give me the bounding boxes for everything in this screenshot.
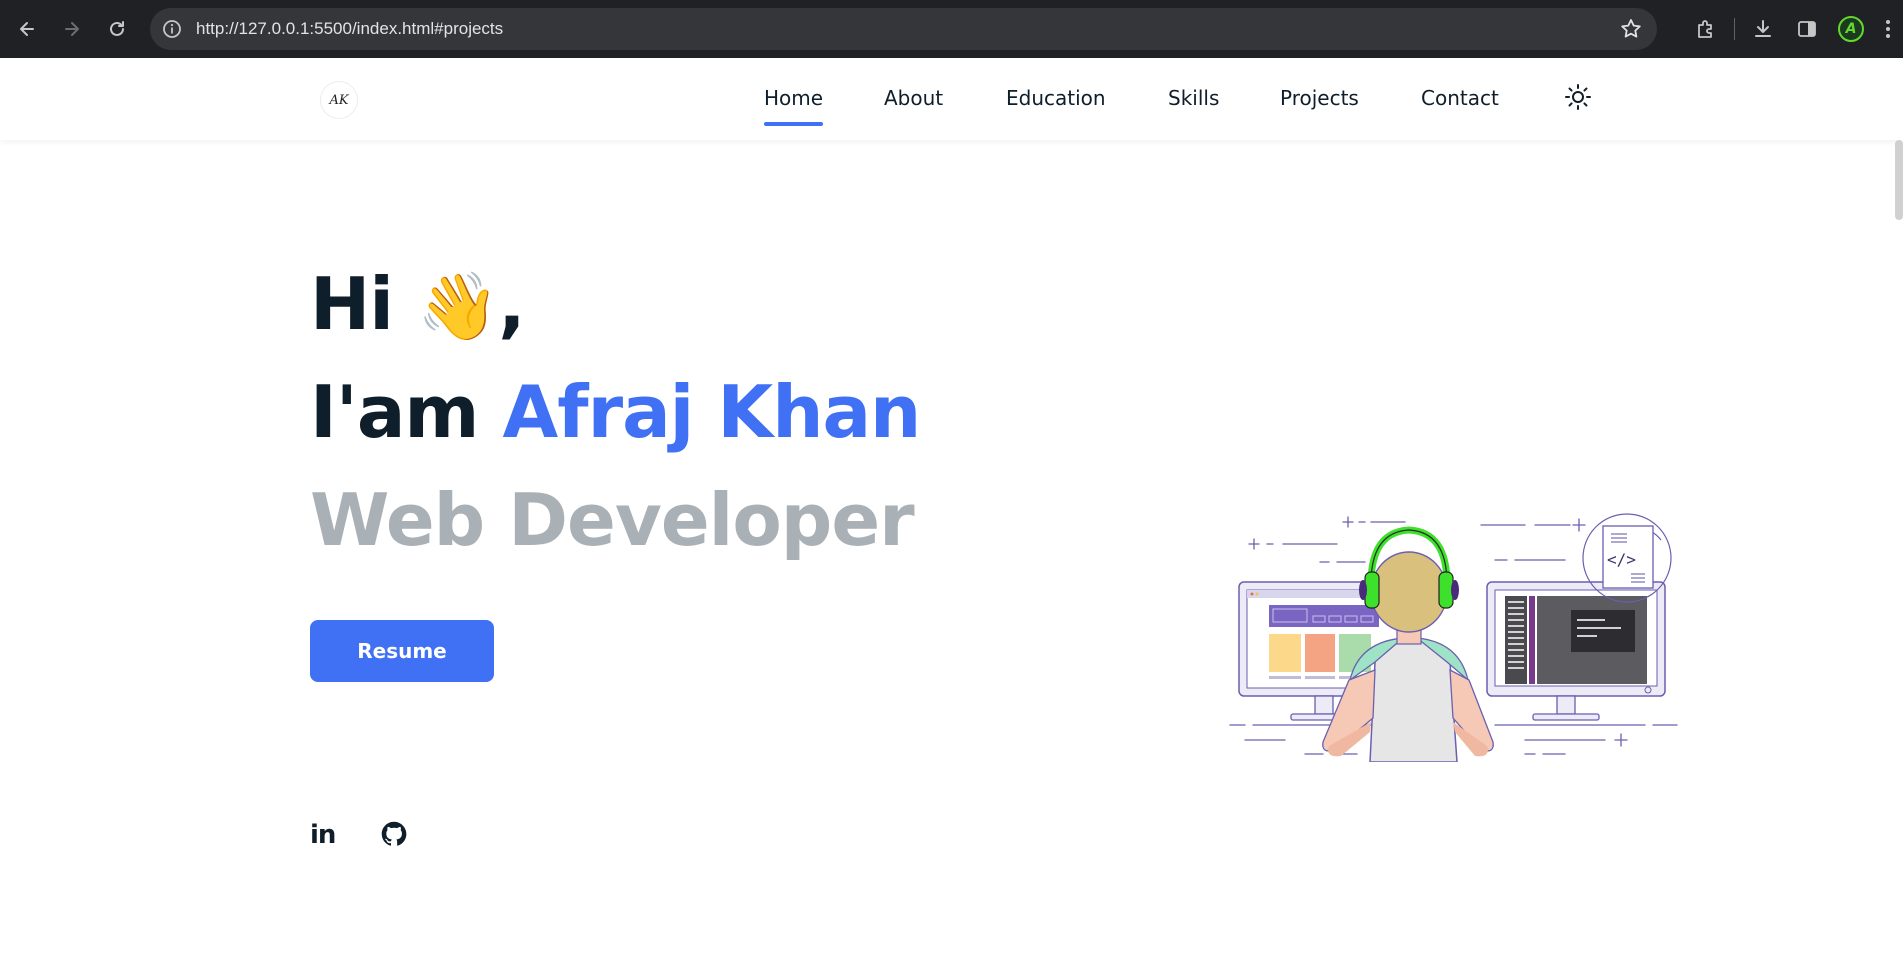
toolbar-divider	[1734, 18, 1735, 40]
greeting-comma: ,	[498, 262, 525, 346]
back-button[interactable]	[5, 7, 49, 51]
nav-about[interactable]: About	[884, 86, 943, 110]
profile-button[interactable]: A	[1829, 7, 1873, 51]
sun-icon[interactable]	[1564, 83, 1592, 111]
nav-education[interactable]: Education	[1006, 86, 1106, 110]
resume-button[interactable]: Resume	[310, 620, 494, 682]
site-info-button[interactable]	[158, 15, 186, 43]
page-scrollbar[interactable]	[1895, 140, 1903, 220]
linkedin-link[interactable]: in	[310, 820, 340, 850]
name-text: Afraj Khan	[502, 370, 922, 454]
role-heading: Web Developer	[310, 478, 915, 562]
download-icon	[1755, 20, 1771, 37]
arrow-right-icon	[65, 22, 79, 36]
kebab-menu-icon	[1886, 20, 1890, 38]
nav-home[interactable]: Home	[764, 86, 824, 126]
address-bar[interactable]: http://127.0.0.1:5500/index.html#project…	[150, 8, 1657, 50]
browser-toolbar: http://127.0.0.1:5500/index.html#project…	[0, 0, 1903, 58]
site-logo[interactable]: AK	[320, 81, 358, 119]
wave-emoji: 👋	[417, 268, 499, 345]
greeting-heading: Hi 👋,	[310, 262, 526, 346]
arrow-left-icon	[20, 22, 34, 36]
downloads-button[interactable]	[1741, 7, 1785, 51]
menu-button[interactable]	[1873, 7, 1903, 51]
side-panel-button[interactable]	[1785, 7, 1829, 51]
github-icon	[381, 821, 407, 846]
nav-projects[interactable]: Projects	[1280, 86, 1359, 110]
intro-text: I'am	[310, 370, 479, 454]
logo-text: AK	[329, 92, 349, 108]
info-icon	[163, 20, 181, 38]
reload-icon	[110, 21, 124, 36]
name-heading: I'am Afraj Khan	[310, 370, 922, 454]
extensions-button[interactable]	[1684, 7, 1728, 51]
greeting-text: Hi	[310, 262, 394, 346]
forward-button[interactable]	[50, 7, 94, 51]
developer-illustration: </>	[1229, 513, 1678, 762]
linkedin-icon: in	[310, 820, 336, 850]
toolbar-actions: A	[1684, 0, 1903, 58]
site-header: AK Home About Education Skills Projects …	[0, 58, 1903, 140]
puzzle-icon	[1698, 20, 1712, 38]
url-text[interactable]: http://127.0.0.1:5500/index.html#project…	[196, 19, 503, 39]
avatar: A	[1838, 16, 1864, 42]
svg-text:</>: </>	[1607, 550, 1636, 569]
side-panel-icon	[1798, 21, 1816, 37]
reload-button[interactable]	[95, 7, 139, 51]
nav-contact[interactable]: Contact	[1421, 86, 1499, 110]
github-link[interactable]	[380, 820, 410, 850]
nav-skills[interactable]: Skills	[1168, 86, 1219, 110]
star-icon[interactable]	[1619, 17, 1643, 41]
